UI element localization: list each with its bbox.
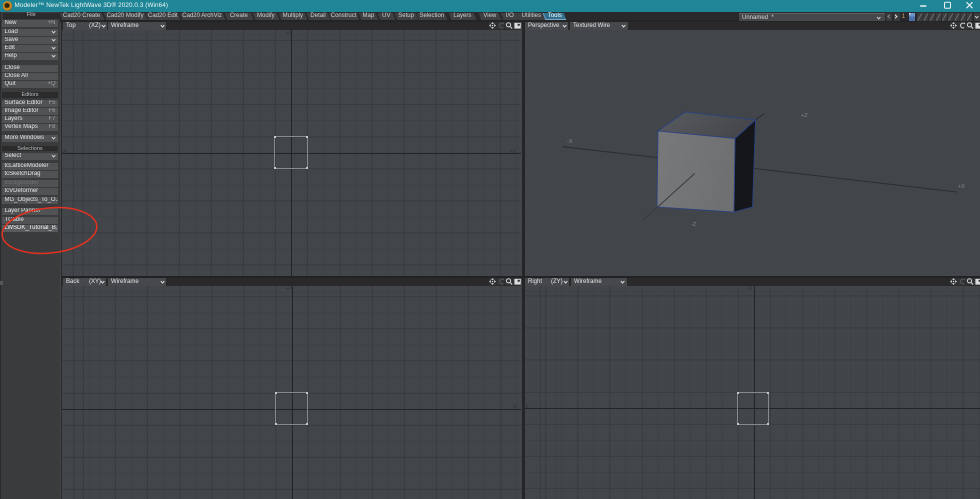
svg-text:-Z: -Z <box>691 222 697 228</box>
svg-text:-X: -X <box>567 139 573 145</box>
svg-text:+Z: +Z <box>801 113 808 119</box>
svg-text:+X: +X <box>958 184 965 190</box>
